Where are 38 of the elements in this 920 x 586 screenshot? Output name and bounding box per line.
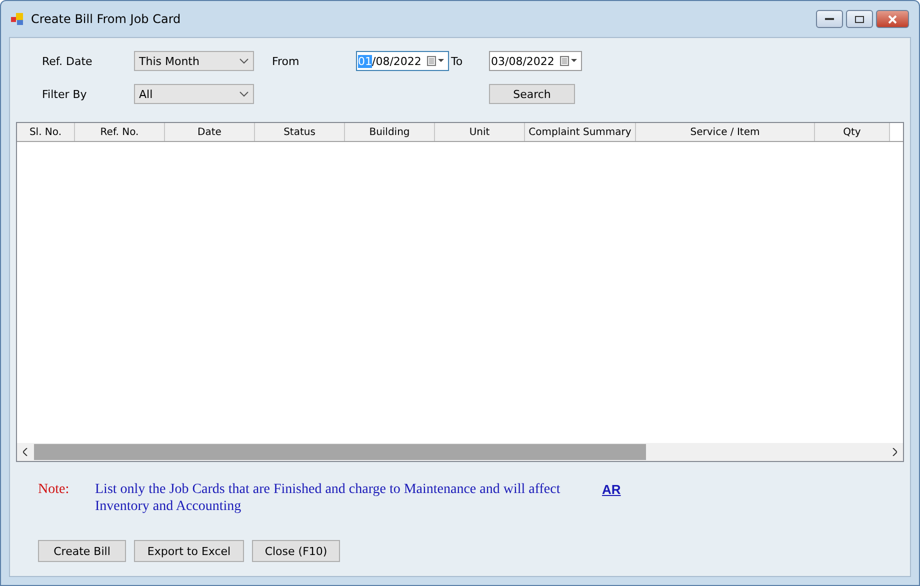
minimize-button[interactable]: [816, 10, 843, 28]
action-button[interactable]: Create Bill: [38, 540, 126, 562]
ref-date-dropdown[interactable]: This Month: [134, 51, 254, 71]
date-picker[interactable]: 01/08/2022: [356, 51, 449, 71]
column-header[interactable]: Service / Item: [636, 123, 815, 141]
action-button[interactable]: Export to Excel: [134, 540, 244, 562]
note-text: List only the Job Cards that are Finished and charge to Maintenance and will affect Inventory and Accounting: [95, 481, 562, 515]
column-header[interactable]: Status: [255, 123, 345, 141]
column-header[interactable]: Unit: [435, 123, 525, 141]
minimize-icon[interactable]: [825, 18, 834, 20]
column-header[interactable]: Sl. No.: [17, 123, 75, 141]
search-button[interactable]: Search: [489, 84, 575, 104]
column-header[interactable]: Ref. No.: [75, 123, 165, 141]
action-button[interactable]: Close (F10): [252, 540, 340, 562]
filter-by-dropdown[interactable]: All: [134, 84, 254, 104]
horizontal-scrollbar[interactable]: [17, 443, 903, 461]
date-picker[interactable]: 03/08/2022: [489, 51, 582, 71]
filter-by-label: Filter By: [42, 88, 88, 100]
maximize-button[interactable]: [846, 10, 873, 28]
column-header[interactable]: Date: [165, 123, 255, 141]
scroll-right-icon[interactable]: [892, 448, 897, 456]
column-header[interactable]: Building: [345, 123, 435, 141]
close-icon[interactable]: [888, 14, 897, 24]
note-label: Note:: [38, 481, 70, 499]
to-label: To: [451, 54, 464, 68]
scroll-left-icon[interactable]: [23, 448, 28, 456]
scroll-thumb[interactable]: [34, 444, 646, 460]
calendar-dropdown-icon[interactable]: [427, 56, 445, 66]
close-button[interactable]: [876, 10, 909, 28]
column-header[interactable]: Qty: [815, 123, 890, 141]
calendar-dropdown-icon[interactable]: [560, 56, 578, 66]
column-header[interactable]: Complaint Summary: [525, 123, 636, 141]
ref-date-label: Ref. Date: [42, 54, 94, 68]
from-label: From: [272, 54, 300, 68]
maximize-icon[interactable]: [855, 16, 864, 22]
app-icon: [11, 13, 25, 25]
ar-link[interactable]: AR: [602, 481, 621, 515]
window-title: Create Bill From Job Card: [31, 12, 182, 26]
